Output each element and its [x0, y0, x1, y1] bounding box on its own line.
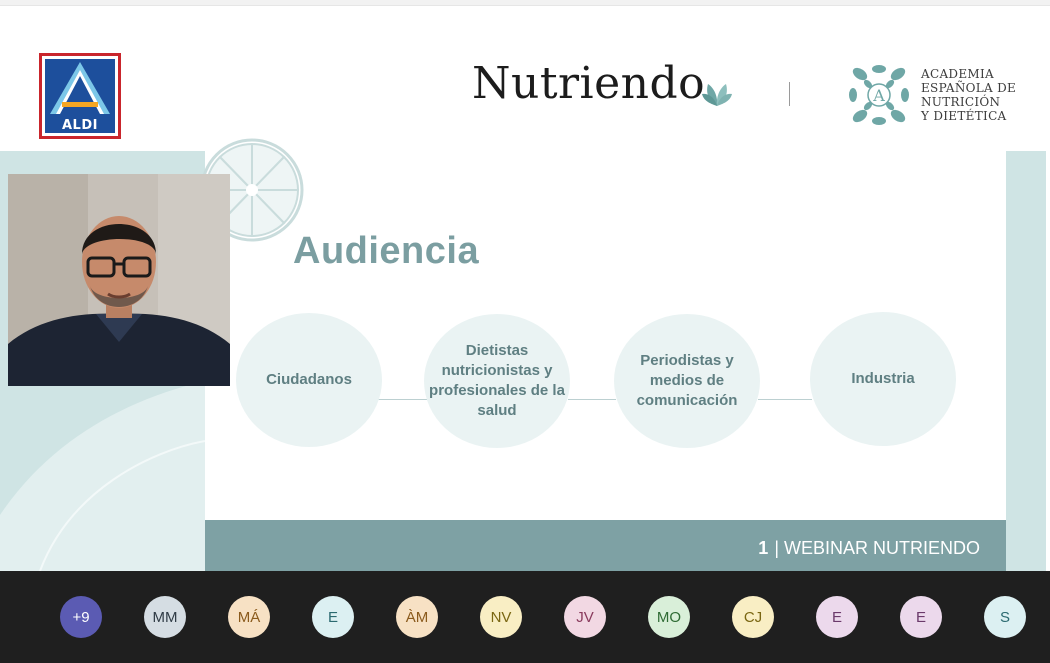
audience-circle-dietistas: Dietistas nutricionistas y profesionales…: [424, 314, 570, 448]
academia-emblem-icon: A: [849, 65, 909, 125]
window-top-strip: [0, 0, 1050, 6]
participant-avatar[interactable]: MO: [648, 596, 690, 638]
participant-avatar[interactable]: CJ: [732, 596, 774, 638]
nutriendo-logo-title: Nutriendo: [472, 58, 706, 109]
academia-line-1: ACADEMIA: [921, 67, 994, 81]
audience-circle-periodistas: Periodistas y medios de comunicación: [614, 314, 760, 448]
audience-label: Periodistas y medios de comunicación: [636, 352, 738, 409]
leaf-icon: [702, 84, 732, 106]
slide-footer-text: 1 | WEBINAR NUTRIENDO: [758, 538, 980, 559]
header-divider: [789, 82, 790, 106]
participant-avatar[interactable]: MM: [144, 596, 186, 638]
academia-line-4: Y DIETÉTICA: [921, 109, 1007, 123]
audience-label: Ciudadanos: [266, 371, 352, 388]
academia-name: ACADEMIA ESPAÑOLA DE NUTRICIÓN Y DIETÉTI…: [921, 67, 1016, 123]
participant-avatar[interactable]: E: [312, 596, 354, 638]
slide-footer-label: | WEBINAR NUTRIENDO: [774, 538, 980, 558]
aldi-logo: ALDI: [39, 53, 121, 139]
slide-right-panel: [1006, 151, 1046, 571]
audience-label: Industria: [851, 370, 915, 387]
more-participants-button[interactable]: +9: [60, 596, 102, 638]
speaker-video-tile[interactable]: [8, 174, 230, 386]
audience-circle-ciudadanos: Ciudadanos: [236, 313, 382, 447]
slide-page-number: 1: [758, 538, 769, 558]
participant-avatar[interactable]: ÀM: [396, 596, 438, 638]
slide-heading: Audiencia: [293, 230, 480, 272]
aldi-logo-text: ALDI: [62, 118, 98, 133]
academia-line-3: NUTRICIÓN: [921, 95, 1001, 109]
audience-circle-industria: Industria: [810, 312, 956, 446]
participant-avatar[interactable]: E: [900, 596, 942, 638]
participant-avatar[interactable]: MÁ: [228, 596, 270, 638]
academia-emblem-letter: A: [872, 86, 885, 105]
participant-avatar[interactable]: E: [816, 596, 858, 638]
participant-avatar[interactable]: S: [984, 596, 1026, 638]
participant-avatar[interactable]: NV: [480, 596, 522, 638]
connector-line: [378, 399, 428, 400]
connector-line: [568, 399, 616, 400]
speaker-video-feed: [8, 174, 230, 386]
participant-avatar[interactable]: JV: [564, 596, 606, 638]
academia-line-2: ESPAÑOLA DE: [921, 81, 1017, 95]
audience-label: Dietistas nutricionistas y profesionales…: [429, 342, 565, 419]
connector-line: [758, 399, 812, 400]
slide-footer-bar: 1 | WEBINAR NUTRIENDO: [205, 520, 1006, 571]
meeting-window: ALDI Nutriendo A ACADEMIA ESPAÑOLA DE NU…: [0, 0, 1050, 663]
